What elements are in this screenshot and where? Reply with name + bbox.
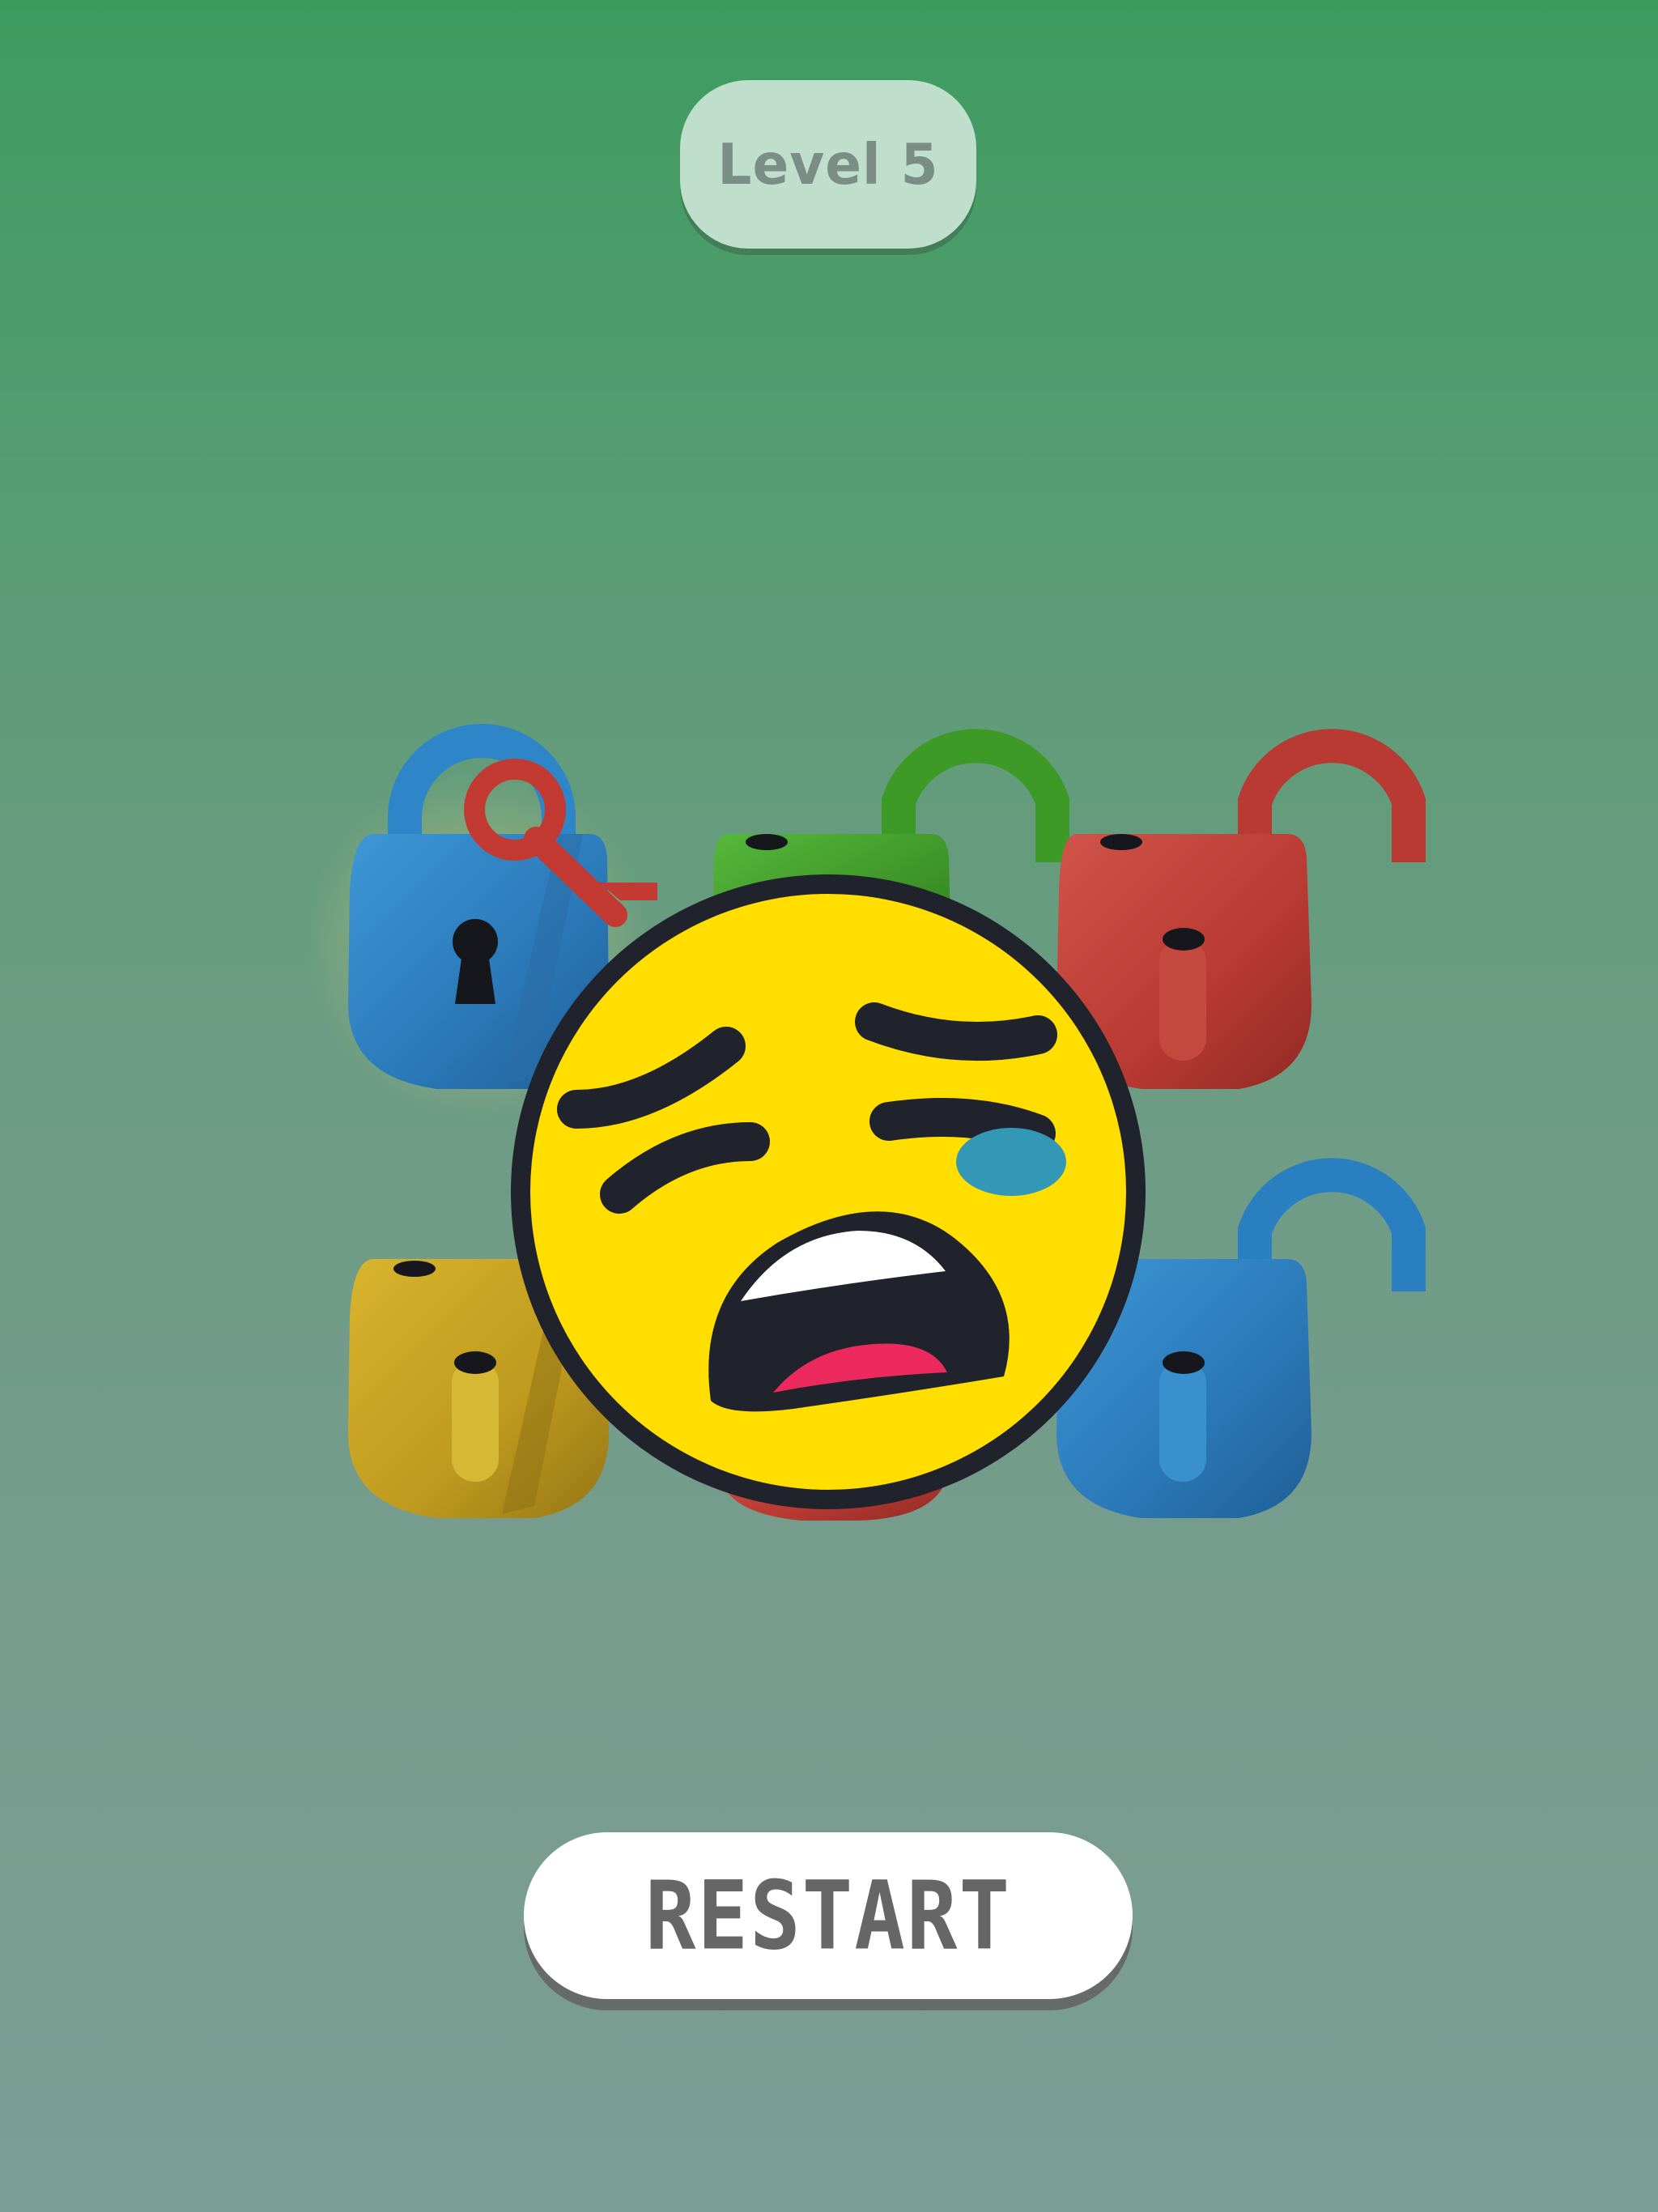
crying-face-icon bbox=[511, 874, 1146, 1509]
restart-button[interactable]: RESTART bbox=[524, 1832, 1133, 1999]
restart-label: RESTART bbox=[644, 1860, 1012, 1972]
red-lock-top-right[interactable] bbox=[1056, 729, 1426, 1089]
tear-icon bbox=[956, 1128, 1066, 1196]
